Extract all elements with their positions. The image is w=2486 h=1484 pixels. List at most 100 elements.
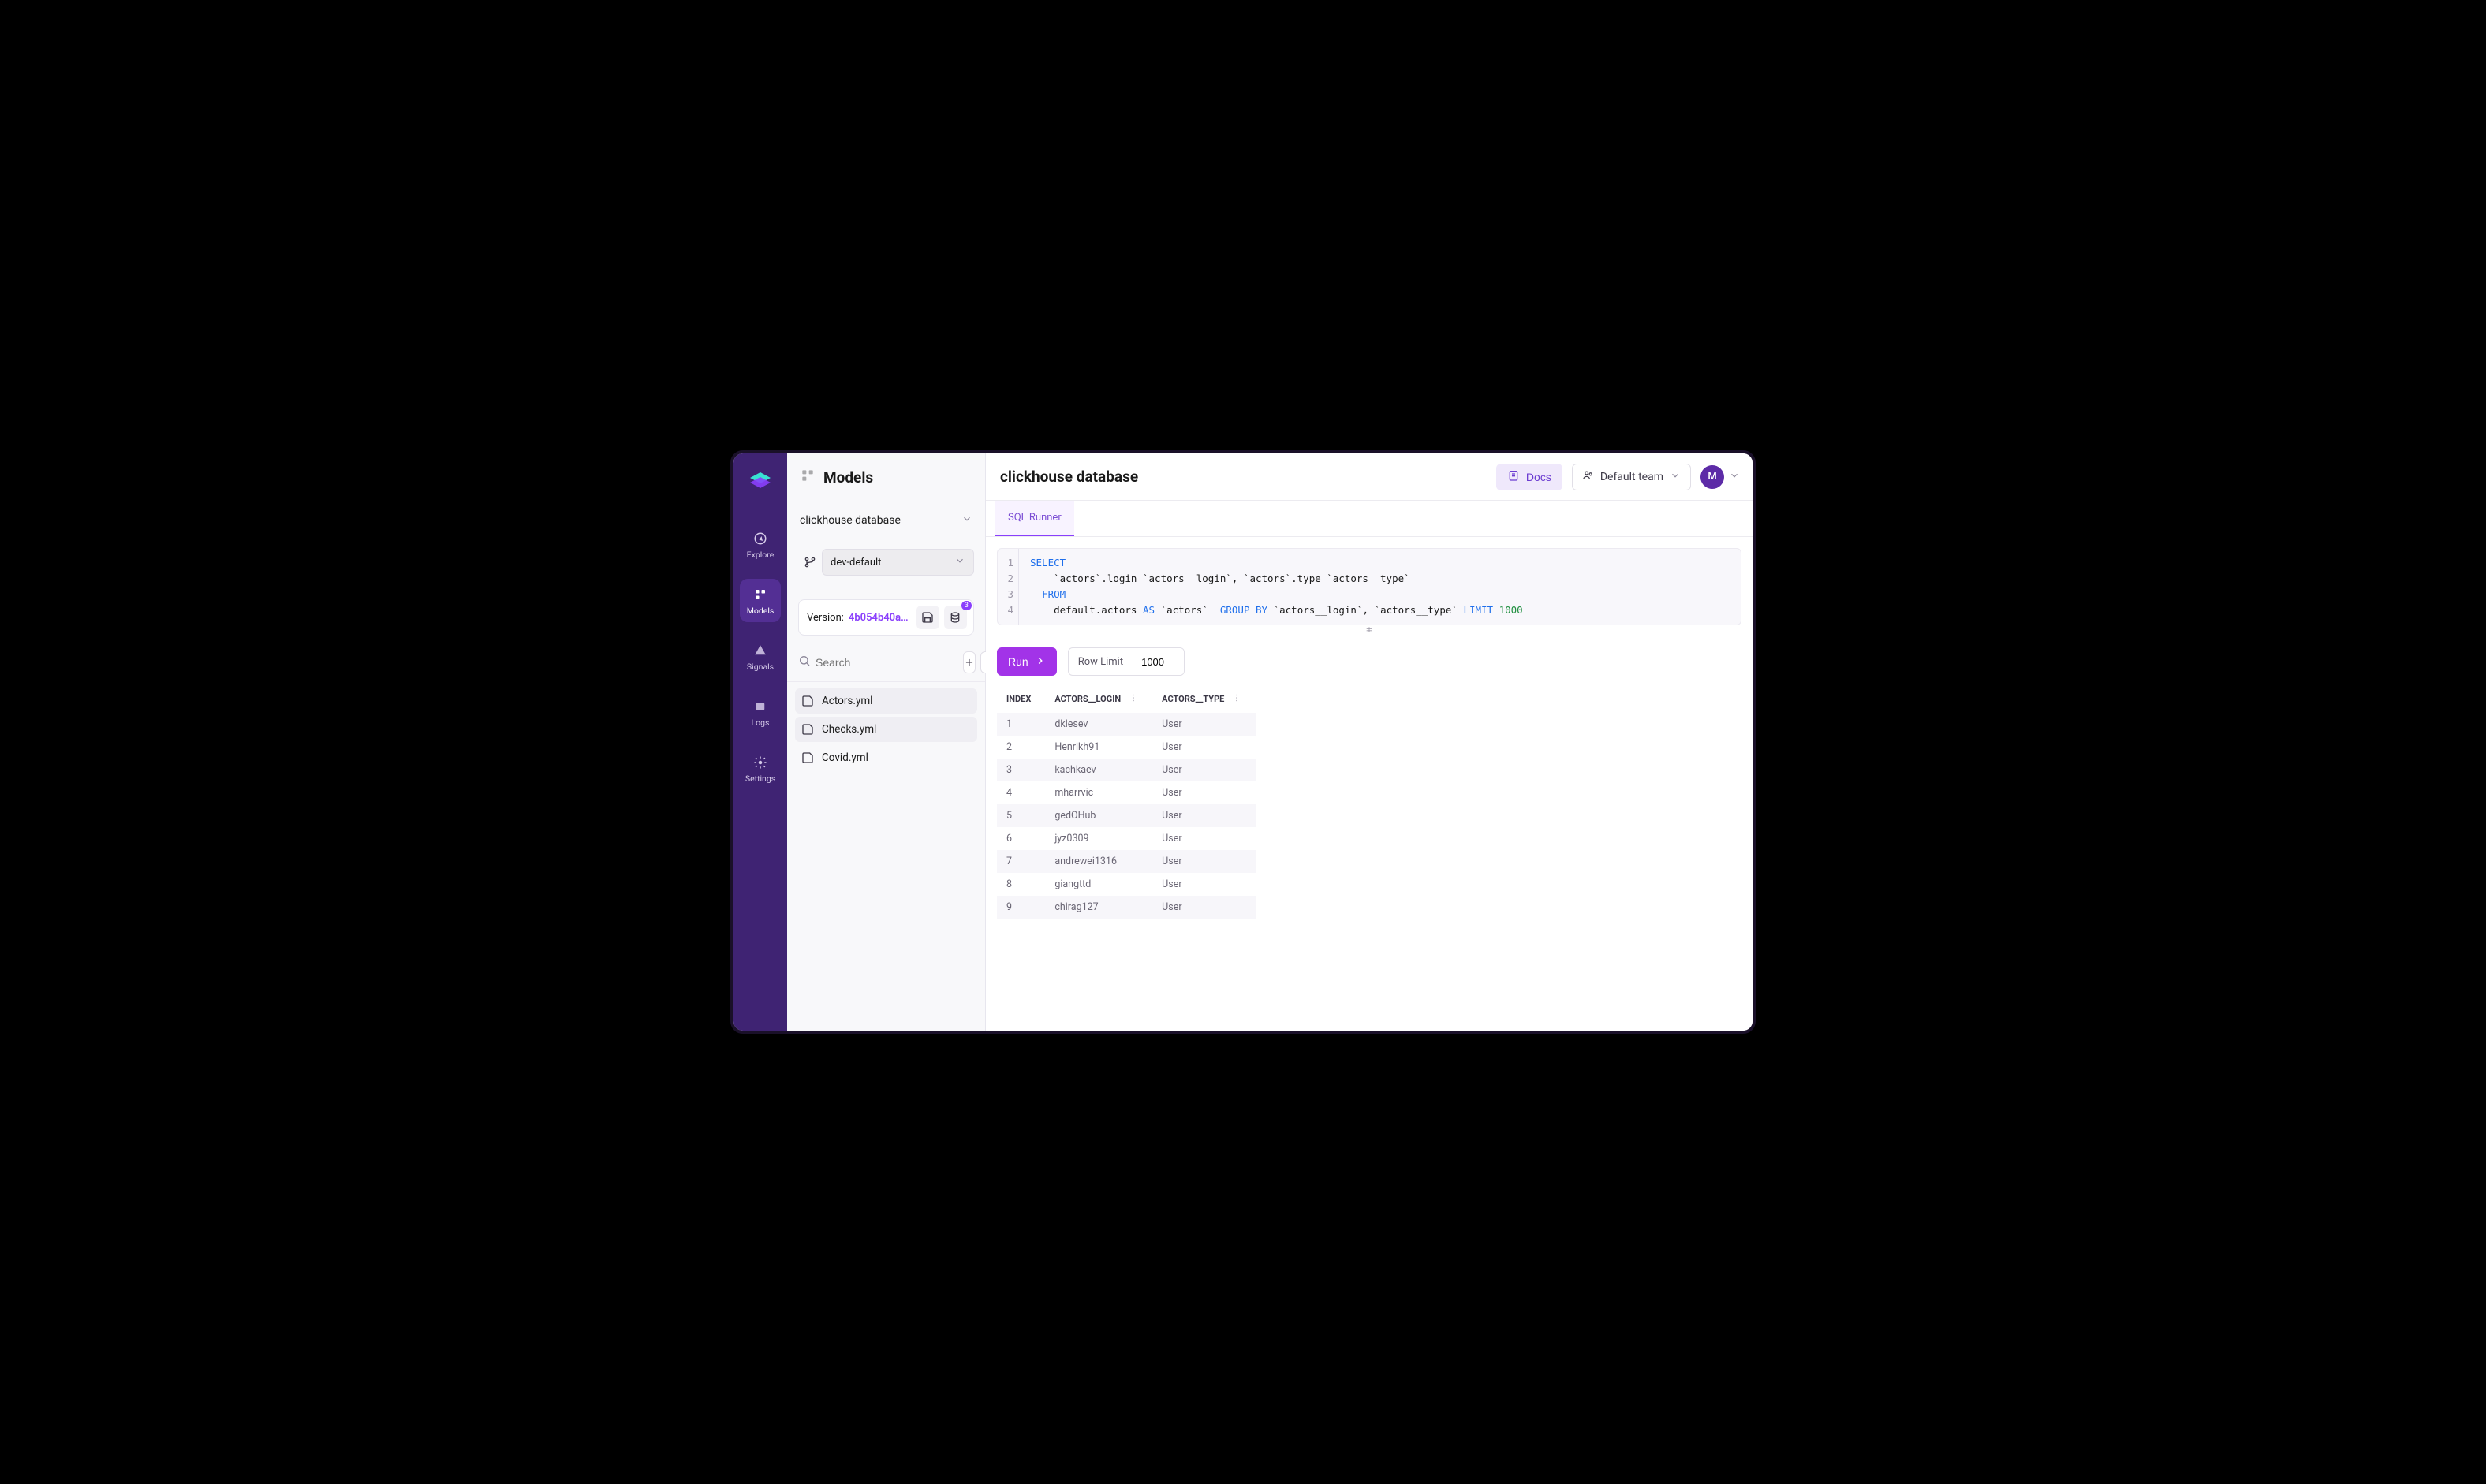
file-list: Actors.yml Checks.yml Covid.yml bbox=[787, 682, 985, 777]
models-header: Models bbox=[787, 453, 985, 502]
log-icon bbox=[752, 699, 768, 714]
cell-index: 6 bbox=[997, 827, 1045, 850]
table-row[interactable]: 4mharrvicUser bbox=[997, 781, 1256, 804]
table-row[interactable]: 9chirag127User bbox=[997, 896, 1256, 919]
compass-icon bbox=[752, 531, 768, 546]
cell-type: User bbox=[1152, 873, 1256, 896]
file-search-input[interactable] bbox=[816, 656, 958, 669]
nav-label: Explore bbox=[747, 550, 775, 560]
branch-row: dev-default bbox=[798, 549, 974, 576]
avatar-initial: M bbox=[1708, 471, 1716, 483]
results-header-row: INDEX ACTORS__LOGIN ACTORS__TYPE bbox=[997, 685, 1256, 713]
row-limit-label: Row Limit bbox=[1069, 648, 1133, 675]
cell-index: 4 bbox=[997, 781, 1045, 804]
cell-type: User bbox=[1152, 713, 1256, 736]
avatar: M bbox=[1700, 465, 1724, 489]
col-login: ACTORS__LOGIN bbox=[1045, 685, 1152, 713]
file-icon bbox=[801, 723, 814, 736]
sql-editor[interactable]: 1234 SELECT `actors`.login `actors__logi… bbox=[997, 548, 1741, 625]
table-row[interactable]: 2Henrikh91User bbox=[997, 736, 1256, 759]
cell-index: 1 bbox=[997, 713, 1045, 736]
nav-signals[interactable]: Signals bbox=[740, 635, 781, 678]
book-icon bbox=[1507, 469, 1520, 484]
nav-label: Models bbox=[747, 606, 775, 616]
branch-name: dev-default bbox=[831, 557, 881, 569]
row-limit-input[interactable] bbox=[1133, 648, 1184, 675]
file-icon bbox=[801, 751, 814, 764]
file-item[interactable]: Covid.yml bbox=[795, 745, 977, 770]
file-icon bbox=[801, 695, 814, 707]
app-window: Explore Models Signals Logs Settings bbox=[730, 450, 1756, 1034]
col-type: ACTORS__TYPE bbox=[1152, 685, 1256, 713]
table-row[interactable]: 8giangttdUser bbox=[997, 873, 1256, 896]
sync-version-button[interactable]: 3 bbox=[944, 606, 967, 629]
save-version-button[interactable] bbox=[916, 606, 939, 629]
column-menu-button[interactable] bbox=[1129, 693, 1138, 705]
topbar: clickhouse database Docs Default team M bbox=[986, 453, 1753, 501]
cell-type: User bbox=[1152, 896, 1256, 919]
main-area: clickhouse database Docs Default team M … bbox=[986, 453, 1753, 1031]
cell-type: User bbox=[1152, 759, 1256, 781]
cell-login: giangttd bbox=[1045, 873, 1152, 896]
file-name: Checks.yml bbox=[822, 723, 876, 736]
table-row[interactable]: 7andrewei1316User bbox=[997, 850, 1256, 873]
chevron-right-icon bbox=[1035, 655, 1046, 669]
cell-login: jyz0309 bbox=[1045, 827, 1152, 850]
results-table: INDEX ACTORS__LOGIN ACTORS__TYPE 1dklese… bbox=[997, 685, 1256, 919]
nav-label: Settings bbox=[745, 774, 775, 784]
file-item[interactable]: Actors.yml bbox=[795, 688, 977, 714]
cell-index: 3 bbox=[997, 759, 1045, 781]
cell-login: gedOHub bbox=[1045, 804, 1152, 827]
cell-type: User bbox=[1152, 827, 1256, 850]
docs-button[interactable]: Docs bbox=[1496, 464, 1562, 490]
version-label: Version: bbox=[807, 612, 844, 624]
models-title: Models bbox=[823, 468, 873, 487]
add-file-button[interactable] bbox=[963, 651, 976, 673]
cell-login: kachkaev bbox=[1045, 759, 1152, 781]
nav-label: Signals bbox=[747, 662, 774, 672]
branch-select[interactable]: dev-default bbox=[822, 549, 974, 576]
version-hash: 4b054b40aa… bbox=[849, 612, 912, 624]
nav-explore[interactable]: Explore bbox=[740, 523, 781, 566]
table-row[interactable]: 1dklesevUser bbox=[997, 713, 1256, 736]
cell-index: 5 bbox=[997, 804, 1045, 827]
database-name: clickhouse database bbox=[800, 514, 901, 527]
cell-type: User bbox=[1152, 781, 1256, 804]
team-select[interactable]: Default team bbox=[1572, 464, 1691, 490]
nav-label: Logs bbox=[752, 718, 770, 728]
cell-login: chirag127 bbox=[1045, 896, 1152, 919]
cell-type: User bbox=[1152, 850, 1256, 873]
team-icon bbox=[1582, 469, 1594, 484]
col-index: INDEX bbox=[997, 685, 1045, 713]
run-button[interactable]: Run bbox=[997, 647, 1057, 676]
tab-sql-runner[interactable]: SQL Runner bbox=[995, 501, 1074, 536]
file-name: Actors.yml bbox=[822, 695, 872, 707]
nav-settings[interactable]: Settings bbox=[740, 747, 781, 790]
branch-icon bbox=[798, 549, 822, 576]
app-logo bbox=[747, 469, 774, 496]
version-card: Version: 4b054b40aa… 3 bbox=[798, 599, 974, 636]
chevron-down-icon bbox=[954, 555, 965, 569]
editor-resizer[interactable] bbox=[997, 625, 1741, 636]
nav-models[interactable]: Models bbox=[740, 579, 781, 622]
column-menu-button[interactable] bbox=[1232, 693, 1241, 705]
cell-index: 8 bbox=[997, 873, 1045, 896]
line-gutter: 1234 bbox=[998, 549, 1018, 625]
nav-logs[interactable]: Logs bbox=[740, 691, 781, 734]
account-menu[interactable]: M bbox=[1700, 465, 1740, 489]
sql-code[interactable]: SELECT `actors`.login `actors__login`, `… bbox=[1018, 549, 1741, 625]
blocks-icon bbox=[752, 587, 768, 602]
editor-wrap: 1234 SELECT `actors`.login `actors__logi… bbox=[986, 537, 1753, 647]
models-panel: Models clickhouse database dev-default V… bbox=[787, 453, 986, 1031]
cell-index: 2 bbox=[997, 736, 1045, 759]
table-row[interactable]: 6jyz0309User bbox=[997, 827, 1256, 850]
file-search-row bbox=[787, 645, 985, 682]
file-item[interactable]: Checks.yml bbox=[795, 717, 977, 742]
chevron-down-icon bbox=[1670, 470, 1681, 484]
page-title: clickhouse database bbox=[1000, 468, 1138, 486]
table-row[interactable]: 3kachkaevUser bbox=[997, 759, 1256, 781]
topbar-actions: Docs Default team M bbox=[1496, 464, 1740, 490]
cell-login: mharrvic bbox=[1045, 781, 1152, 804]
database-selector[interactable]: clickhouse database bbox=[787, 502, 985, 539]
table-row[interactable]: 5gedOHubUser bbox=[997, 804, 1256, 827]
